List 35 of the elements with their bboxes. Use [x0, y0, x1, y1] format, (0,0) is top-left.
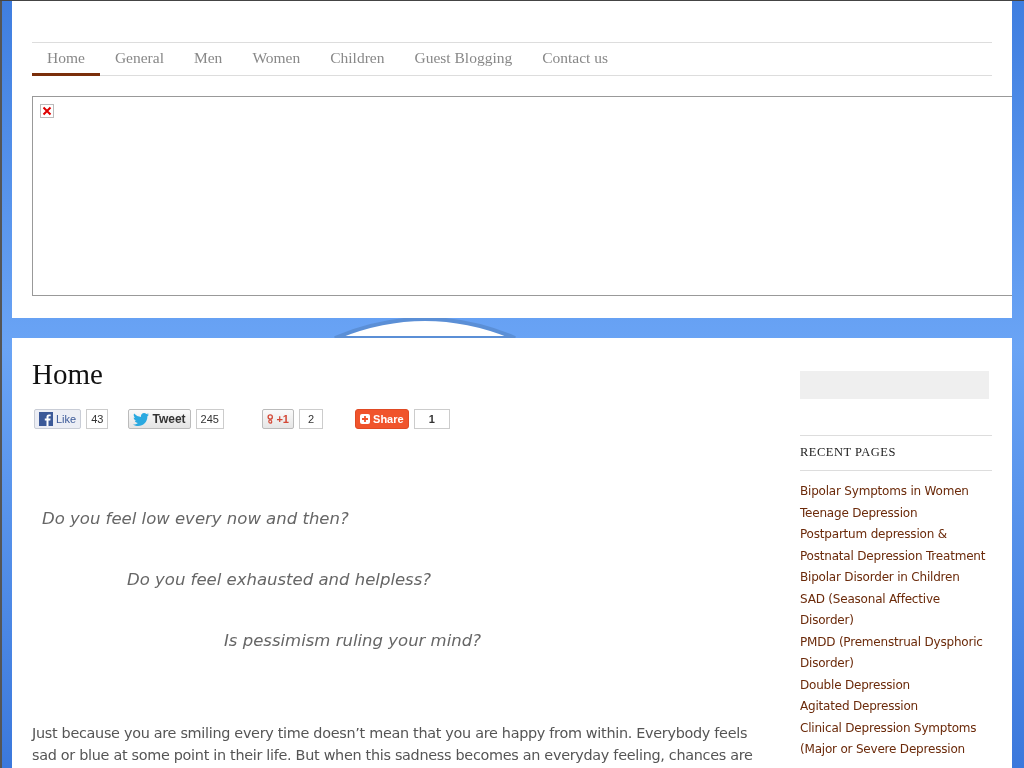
recent-page-link[interactable]: Bipolar Symptoms in Women — [800, 481, 992, 503]
share-button[interactable]: Tweet — [128, 409, 191, 429]
broken-image-icon — [40, 104, 54, 118]
plus-icon — [360, 414, 371, 424]
page-title: Home — [32, 358, 104, 391]
nav-tab[interactable]: Women — [237, 43, 316, 76]
quote-text: Do you feel low every now and then? — [42, 509, 350, 528]
recent-page-link[interactable]: (Major or Severe Depression — [800, 739, 992, 761]
share-button[interactable]: +1 — [261, 409, 294, 429]
recent-page-link[interactable]: Teenage Depression — [800, 502, 992, 524]
recent-page-link[interactable]: SAD (Seasonal Affective Disorder) — [800, 588, 992, 632]
share-count: 1 — [413, 409, 450, 429]
share-button[interactable]: Like — [34, 409, 82, 429]
share-count: 2 — [298, 409, 324, 429]
widget-heading: RECENT PAGES — [800, 435, 992, 471]
facebook-icon — [39, 412, 53, 426]
recent-page-link[interactable]: Postpartum depression & Postnatal Depression Treatment — [800, 524, 992, 567]
share-count: 245 — [195, 409, 224, 429]
nav-tab[interactable]: Contact us — [527, 43, 624, 76]
recent-page-link[interactable]: Clinical Depression Symptoms — [800, 717, 992, 739]
g-icon — [266, 411, 274, 427]
share-count: 43 — [86, 409, 109, 429]
recent-page-link[interactable]: Agitated Depression — [800, 696, 992, 718]
nav-tab[interactable]: General — [99, 43, 179, 76]
nav-tab[interactable]: Children — [315, 43, 400, 76]
quote-text: Do you feel exhausted and helpless? — [127, 570, 433, 589]
recent-page-link[interactable]: Bipolar Disorder in Children — [800, 567, 992, 589]
quote-text: Is pessimism ruling your mind? — [224, 631, 482, 650]
nav-tab[interactable]: Guest Blogging — [399, 43, 528, 76]
nav-tab[interactable]: Men — [178, 43, 238, 76]
recent-page-link[interactable]: PMDD (Premenstrual Dysphoric Disorder) — [800, 631, 992, 675]
recent-page-link[interactable]: Double Depression — [800, 674, 992, 696]
body-paragraph: Just because you are smiling every time doesn’t mean that you are happy from within. Everybody feels sad or blue at some point in their life. But when this sadness becomes an everyday feeling, chances are — [32, 724, 754, 765]
nav-tab[interactable]: Home — [32, 43, 100, 76]
bird-icon — [133, 412, 150, 426]
